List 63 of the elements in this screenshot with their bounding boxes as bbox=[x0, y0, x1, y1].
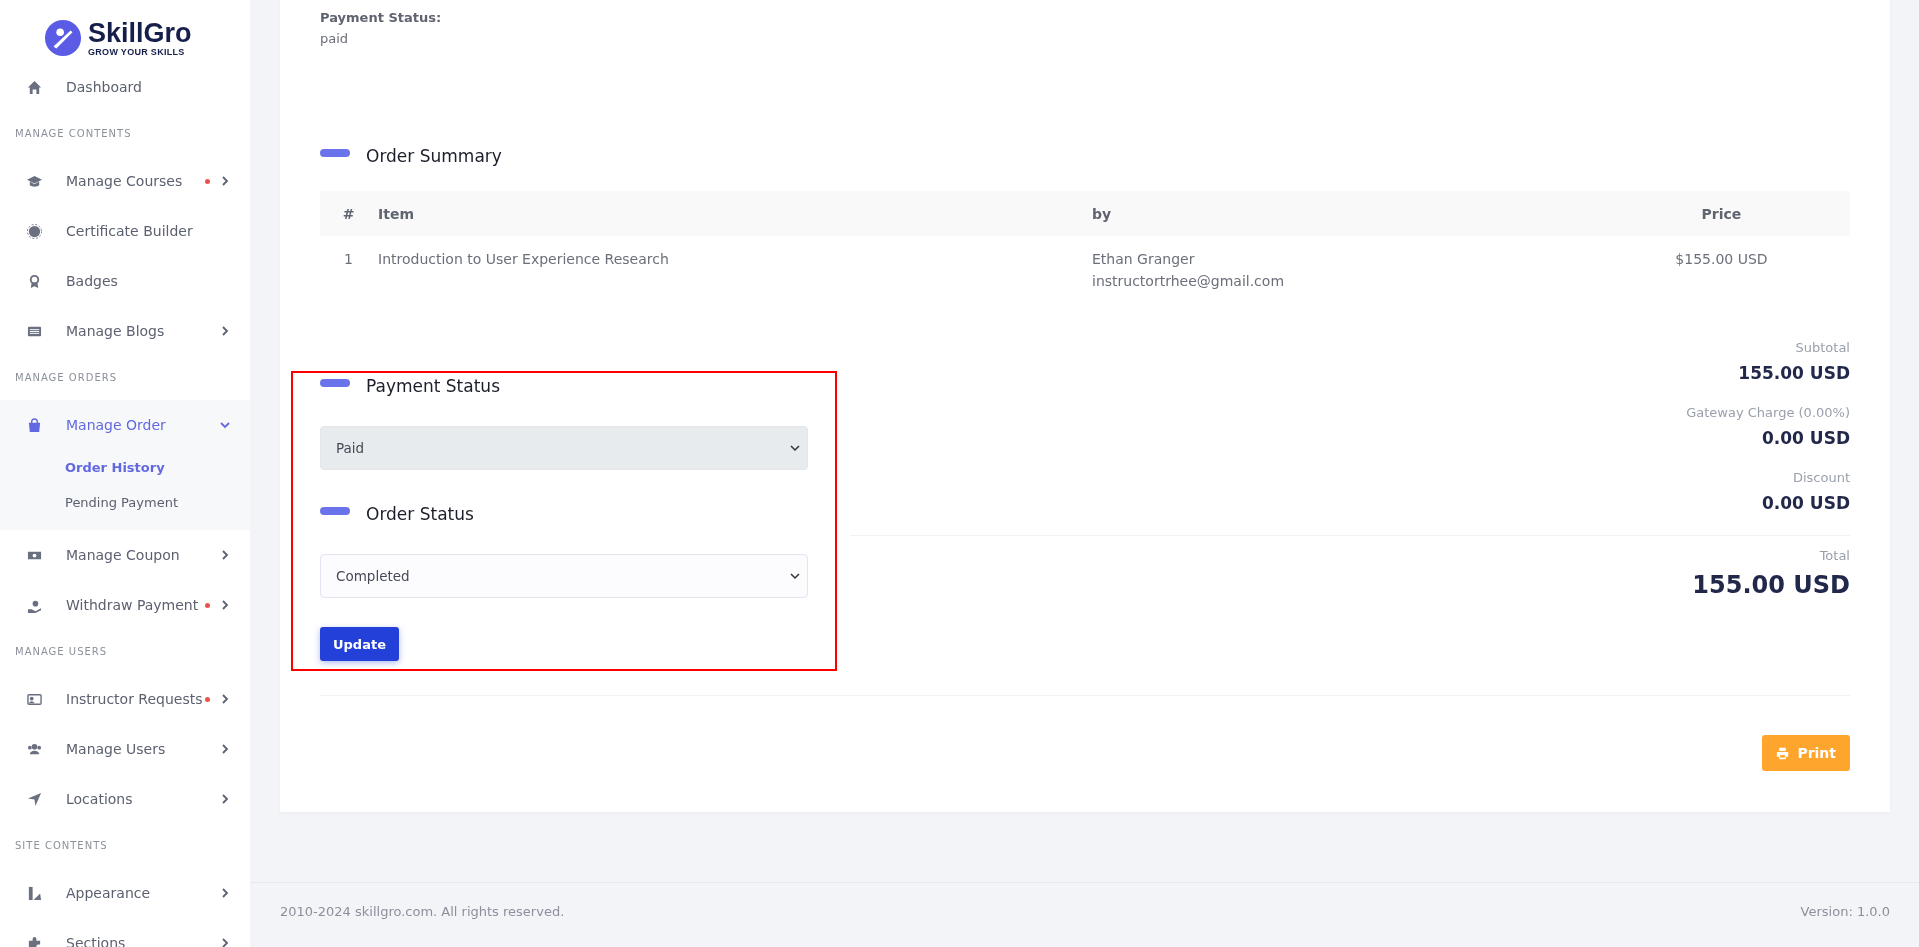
sidebar-section-heading: MANAGE USERS bbox=[14, 645, 109, 659]
column-header: Item bbox=[378, 205, 414, 222]
sidebar-item[interactable]: Withdraw Payment bbox=[0, 580, 250, 630]
logo-icon bbox=[44, 19, 82, 57]
sidebar-item[interactable]: Appearance bbox=[0, 868, 250, 918]
instructor-email: instructortrhee@gmail.com bbox=[1092, 272, 1285, 291]
payment-status-value: paid bbox=[320, 31, 350, 46]
sidebar-item[interactable]: Manage Order bbox=[0, 400, 250, 450]
table-cell: 1 bbox=[344, 251, 353, 267]
seal-icon bbox=[27, 223, 42, 239]
total-label: Total bbox=[1818, 548, 1850, 563]
total-value: 0.00 USD bbox=[1760, 493, 1850, 513]
caret-icon bbox=[790, 571, 800, 581]
logo-tagline: GROW YOUR SKILLS bbox=[88, 47, 186, 57]
heading-marker bbox=[320, 149, 350, 157]
sidebar-item[interactable]: Manage Courses bbox=[0, 156, 250, 206]
sidebar-section-heading: SITE CONTENTS bbox=[14, 839, 109, 853]
section-title: Order Status bbox=[366, 504, 474, 524]
version-text: Version: 1.0.0 bbox=[1800, 904, 1890, 919]
award-icon bbox=[27, 273, 42, 289]
table-cell: $155.00 USD bbox=[1675, 251, 1768, 267]
sidebar-subitem[interactable]: Pending Payment bbox=[0, 485, 250, 520]
printer-icon bbox=[1776, 746, 1790, 760]
column-header: Price bbox=[1701, 205, 1742, 222]
sidebar-item[interactable]: Instructor Requests bbox=[0, 674, 250, 724]
total-label: Gateway Charge (0.00%) bbox=[1685, 405, 1850, 420]
section-title: Payment Status bbox=[366, 376, 500, 396]
puzzle-icon bbox=[27, 935, 42, 947]
column-header: by bbox=[1092, 205, 1112, 222]
sidebar-item[interactable]: Badges bbox=[0, 256, 250, 306]
sidebar-item[interactable]: Locations bbox=[0, 774, 250, 824]
sidebar-item[interactable]: Dashboard bbox=[0, 62, 250, 112]
users-icon bbox=[27, 741, 42, 757]
update-button[interactable]: Update bbox=[320, 627, 399, 661]
id-card-icon bbox=[27, 691, 42, 707]
instructor-name: Ethan Granger bbox=[1092, 250, 1196, 269]
section-title: Order Summary bbox=[366, 146, 502, 166]
column-header: # bbox=[342, 205, 355, 222]
table-cell: Introduction to User Experience Research bbox=[378, 251, 669, 267]
total-value: 155.00 USD bbox=[1691, 571, 1850, 599]
sidebar-item[interactable]: Manage Coupon bbox=[0, 530, 250, 580]
payment-status-select: Paid bbox=[320, 426, 808, 470]
total-value: 155.00 USD bbox=[1737, 363, 1850, 383]
copyright-text: 2010-2024 skillgro.com. All rights reserved. bbox=[280, 904, 565, 919]
sidebar-section-heading: MANAGE ORDERS bbox=[14, 371, 118, 385]
sidebar-item[interactable]: Manage Users bbox=[0, 724, 250, 774]
sidebar-item[interactable]: Certificate Builder bbox=[0, 206, 250, 256]
sidebar-subitem[interactable]: Order History bbox=[0, 450, 250, 485]
total-value: 0.00 USD bbox=[1760, 428, 1850, 448]
order-status-select[interactable]: Completed bbox=[320, 554, 808, 598]
graduation-cap-icon bbox=[27, 173, 42, 189]
total-label: Subtotal bbox=[1794, 340, 1850, 355]
home-icon bbox=[27, 79, 42, 95]
sidebar-section-heading: MANAGE CONTENTS bbox=[14, 127, 133, 141]
payment-status-label: Payment Status: bbox=[320, 10, 443, 25]
sidebar-item[interactable]: Manage Blogs bbox=[0, 306, 250, 356]
shopping-bag-icon bbox=[27, 417, 42, 433]
heading-marker bbox=[320, 379, 350, 387]
logo-name: SkillGro bbox=[88, 19, 192, 47]
heading-marker bbox=[320, 507, 350, 515]
caret-icon bbox=[790, 443, 800, 453]
total-label: Discount bbox=[1791, 470, 1850, 485]
location-arrow-icon bbox=[27, 791, 42, 807]
